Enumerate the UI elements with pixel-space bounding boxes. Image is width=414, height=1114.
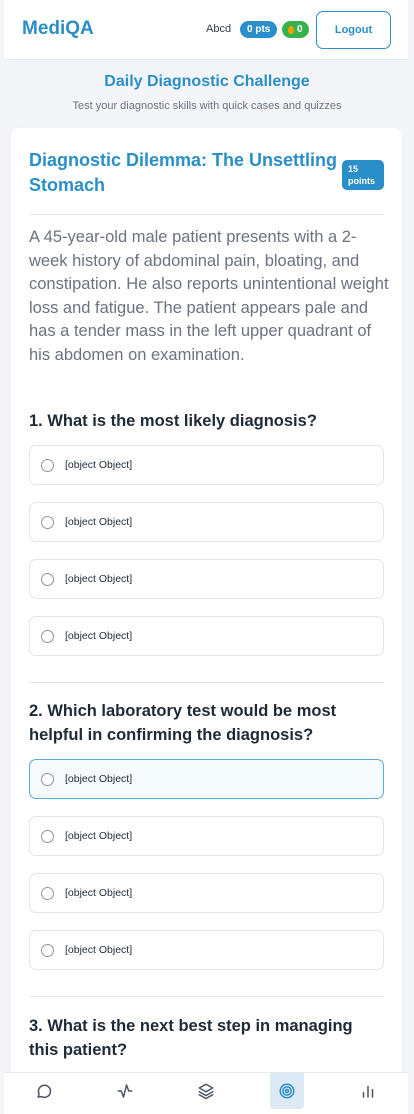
option-label: [object Object] — [65, 630, 133, 642]
logout-button[interactable]: Logout — [316, 11, 391, 49]
points-badge: 0 pts — [240, 21, 278, 38]
divider — [29, 682, 384, 683]
radio-button[interactable] — [41, 630, 54, 643]
option-label: [object Object] — [65, 944, 133, 956]
q1-option-1[interactable]: [object Object] — [29, 445, 384, 485]
radio-button[interactable] — [41, 830, 54, 843]
radio-button[interactable] — [41, 944, 54, 957]
divider — [29, 996, 384, 997]
app-header: MediQA Abcd 0 pts 0 Logout — [4, 0, 408, 60]
activity-icon — [117, 1084, 133, 1098]
question-3: 3. What is the next best step in managin… — [29, 1017, 353, 1059]
username: Abcd — [206, 23, 232, 35]
radio-button[interactable] — [41, 573, 54, 586]
radio-button[interactable] — [41, 516, 54, 529]
bar-chart-icon — [362, 1085, 374, 1098]
radio-button[interactable] — [41, 773, 54, 786]
case-title: Diagnostic Dilemma: The Unsettling Stoma… — [29, 150, 338, 195]
option-label: [object Object] — [65, 573, 133, 585]
case-points-badge: 15 points — [342, 160, 384, 190]
nav-item-chat[interactable] — [27, 1073, 61, 1109]
nav-item-target[interactable] — [270, 1073, 304, 1109]
option-label: [object Object] — [65, 773, 133, 785]
target-icon — [279, 1083, 295, 1099]
question-1: 1. What is the most likely diagnosis? — [29, 412, 317, 430]
streak-badge: 0 — [282, 21, 309, 38]
divider — [29, 214, 384, 215]
page-subtitle: Test your diagnostic skills with quick c… — [72, 100, 342, 112]
bottom-nav — [4, 1072, 408, 1114]
fire-icon — [288, 25, 294, 34]
option-label: [object Object] — [65, 459, 133, 471]
radio-button[interactable] — [41, 459, 54, 472]
nav-item-stats[interactable] — [351, 1073, 385, 1109]
option-label: [object Object] — [65, 516, 133, 528]
app-logo[interactable]: MediQA — [22, 18, 94, 40]
q2-option-4[interactable]: [object Object] — [29, 930, 384, 970]
streak-count: 0 — [297, 24, 303, 35]
option-label: [object Object] — [65, 830, 133, 842]
chat-icon — [37, 1084, 52, 1098]
q2-option-2[interactable]: [object Object] — [29, 816, 384, 856]
case-description: A 45-year-old male patient presents with… — [29, 228, 389, 364]
layers-icon — [198, 1083, 214, 1100]
q1-option-3[interactable]: [object Object] — [29, 559, 384, 599]
page-title: Daily Diagnostic Challenge — [104, 73, 310, 90]
nav-item-activity[interactable] — [108, 1073, 142, 1109]
nav-item-layers[interactable] — [189, 1073, 223, 1109]
radio-button[interactable] — [41, 887, 54, 900]
q2-option-3[interactable]: [object Object] — [29, 873, 384, 913]
question-2: 2. Which laboratory test would be most h… — [29, 702, 337, 744]
q1-option-4[interactable]: [object Object] — [29, 616, 384, 656]
option-label: [object Object] — [65, 887, 133, 899]
q1-option-2[interactable]: [object Object] — [29, 502, 384, 542]
q2-option-1[interactable]: [object Object] — [29, 759, 384, 799]
